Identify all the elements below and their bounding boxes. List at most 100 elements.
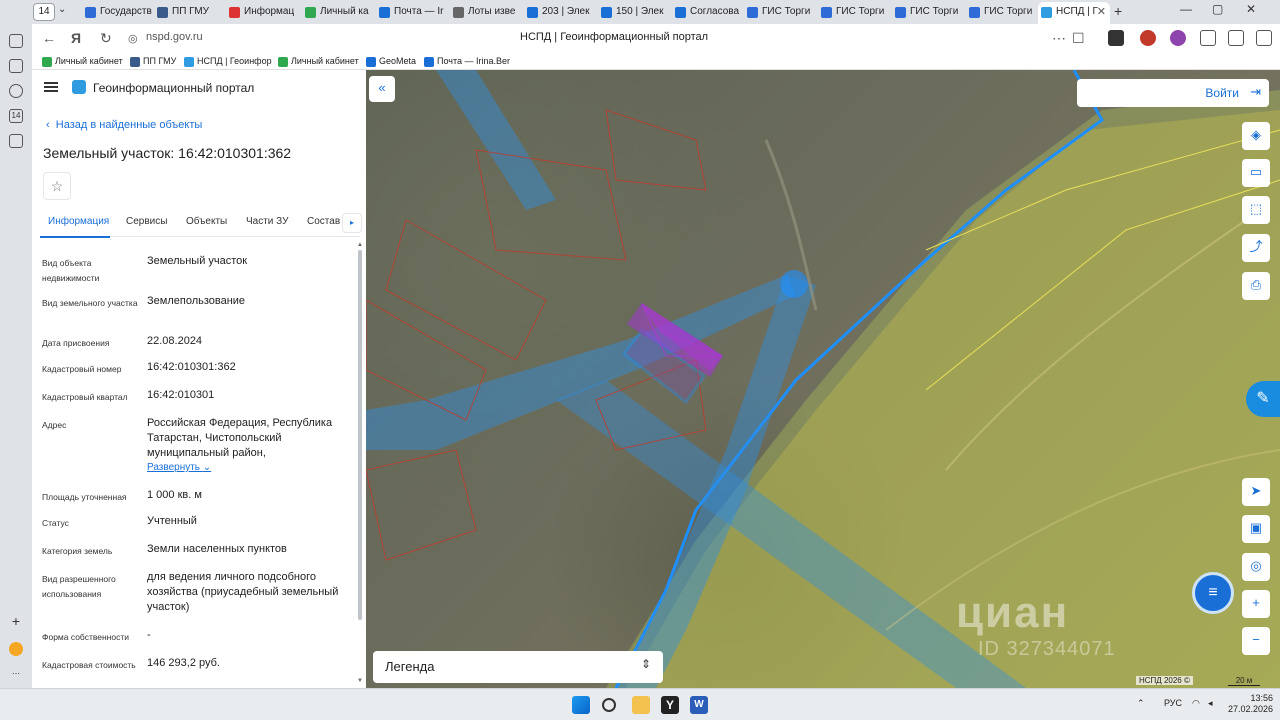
browser-tab[interactable]: Информац bbox=[226, 2, 300, 22]
browser-tab[interactable]: ГИС Торги bbox=[818, 2, 890, 22]
share-icon[interactable]: ⤴ bbox=[1242, 234, 1270, 262]
tabs-scroll-right-icon[interactable]: ▸ bbox=[342, 213, 362, 233]
bookmark-item[interactable]: НСПД | Геоинфор bbox=[184, 56, 272, 67]
layers-icon[interactable]: ◈ bbox=[1242, 122, 1270, 150]
cian-watermark: циан bbox=[956, 588, 1070, 637]
bookmark-item[interactable]: Почта — Irina.Ber bbox=[424, 56, 510, 67]
collapse-panel-button[interactable]: « bbox=[369, 76, 395, 102]
notes-icon[interactable] bbox=[9, 59, 23, 73]
reload-icon[interactable]: ↻ bbox=[100, 30, 112, 47]
scroll-down-icon[interactable]: ▼ bbox=[357, 678, 363, 684]
attr-value: - bbox=[147, 629, 151, 641]
extension-icon[interactable] bbox=[1170, 30, 1186, 46]
browser-tab[interactable]: 150 | Элек bbox=[598, 2, 670, 22]
browser-tab[interactable]: 203 | Элек bbox=[524, 2, 596, 22]
map-view[interactable]: « Войти ⇥ ◈ ▭ ⬚ ⤴ ⎙ ✎ ➤ ▣ ◎ + − ≡ циан I… bbox=[366, 70, 1280, 688]
tab-label: Государств bbox=[100, 6, 152, 17]
tab-parts[interactable]: Части ЗУ bbox=[246, 216, 288, 227]
zoom-out-icon[interactable]: − bbox=[1242, 627, 1270, 655]
word-icon[interactable]: W bbox=[690, 696, 708, 714]
attr-value: 146 293,2 руб. bbox=[147, 657, 220, 669]
lock-icon[interactable]: ◎ bbox=[128, 32, 138, 45]
browser-tab[interactable]: ГИС Торги bbox=[892, 2, 964, 22]
calendar-icon[interactable]: 14 bbox=[9, 109, 23, 123]
close-tab-icon[interactable]: ✕ bbox=[1097, 2, 1106, 22]
ruler-icon[interactable]: ▭ bbox=[1242, 159, 1270, 187]
chevron-down-icon[interactable]: ⌄ bbox=[58, 4, 66, 15]
windows-start-icon[interactable] bbox=[572, 696, 590, 714]
menu-icon[interactable] bbox=[44, 82, 58, 92]
expand-address-link[interactable]: Развернуть ⌄ bbox=[147, 462, 211, 473]
back-to-results-link[interactable]: ‹ Назад в найденные объекты bbox=[46, 119, 202, 131]
settings-icon[interactable]: ⋯ bbox=[9, 668, 23, 682]
browser-tab[interactable]: ГИС Торги bbox=[966, 2, 1036, 22]
yandex-browser-icon[interactable]: Y bbox=[661, 696, 679, 714]
maximize-icon[interactable]: ▢ bbox=[1212, 2, 1223, 16]
language-indicator[interactable]: РУС bbox=[1164, 698, 1182, 708]
minimize-icon[interactable]: — bbox=[1180, 2, 1192, 16]
tab-count-button[interactable]: 14 bbox=[33, 3, 55, 21]
screenshot-icon[interactable] bbox=[9, 134, 23, 148]
scroll-up-icon[interactable]: ▲ bbox=[357, 242, 363, 248]
print-icon[interactable]: ⎙ bbox=[1242, 272, 1270, 300]
extensions-icon[interactable] bbox=[1200, 30, 1216, 46]
back-arrow-icon[interactable]: ← bbox=[42, 30, 56, 46]
close-window-icon[interactable]: ✕ bbox=[1246, 2, 1256, 16]
clock-date: 27.02.2026 bbox=[1228, 704, 1274, 714]
tab-services[interactable]: Сервисы bbox=[126, 216, 167, 227]
add-icon[interactable]: + bbox=[9, 614, 23, 630]
new-tab-button[interactable]: + bbox=[1114, 3, 1122, 19]
volume-icon[interactable]: ◂ bbox=[1208, 698, 1213, 709]
geolocation-icon[interactable]: ➤ bbox=[1242, 478, 1270, 506]
chat-icon[interactable]: ≡ bbox=[1192, 572, 1234, 614]
tray-chevron-icon[interactable]: ⌃ bbox=[1137, 698, 1145, 709]
tab-favicon-icon bbox=[305, 7, 316, 18]
bookmark-item[interactable]: Личный кабинет bbox=[42, 56, 123, 67]
panel-scrollbar[interactable]: ▲ ▼ bbox=[357, 242, 363, 686]
attr-value: для ведения личного подсобного хозяйства… bbox=[147, 571, 339, 613]
attr-label: Статус bbox=[42, 518, 69, 528]
extension-icon[interactable] bbox=[1140, 30, 1156, 46]
scroll-thumb[interactable] bbox=[358, 250, 362, 620]
search-location-icon[interactable]: ◎ bbox=[1242, 553, 1270, 581]
file-explorer-icon[interactable] bbox=[632, 696, 650, 714]
browser-tab[interactable]: ГИС Торги bbox=[744, 2, 816, 22]
browser-tab[interactable]: ПП ГМУ bbox=[154, 2, 224, 22]
attr-label: Площадь уточненная bbox=[42, 492, 127, 502]
tabs-panel-icon[interactable] bbox=[9, 34, 23, 48]
bookmark-icon[interactable]: ☐ bbox=[1072, 30, 1085, 47]
wifi-icon[interactable]: ◠ bbox=[1192, 698, 1200, 709]
tab-label: 203 | Элек bbox=[542, 6, 590, 17]
system-clock[interactable]: 13:56 27.02.2026 bbox=[1228, 693, 1273, 715]
search-icon[interactable] bbox=[602, 698, 616, 712]
bookmark-item[interactable]: ПП ГМУ bbox=[130, 56, 176, 67]
downloads-icon[interactable] bbox=[1256, 30, 1272, 46]
minimap-icon[interactable]: ▣ bbox=[1242, 515, 1270, 543]
browser-tab[interactable]: НСПД | Г ✕ bbox=[1038, 2, 1110, 24]
bookmark-item[interactable]: Личный кабинет bbox=[278, 56, 359, 67]
browser-tab[interactable]: Почта — Ir bbox=[376, 2, 448, 22]
favorite-star-icon[interactable]: ☆ bbox=[43, 172, 71, 200]
tab-objects[interactable]: Объекты bbox=[186, 216, 227, 227]
bookmark-item[interactable]: GeoMeta bbox=[366, 56, 416, 67]
tab-label: Информац bbox=[244, 6, 295, 17]
yandex-plus-icon[interactable] bbox=[9, 642, 23, 656]
browser-tab[interactable]: Лоты изве bbox=[450, 2, 522, 22]
url-field[interactable]: nspd.gov.ru bbox=[146, 31, 203, 43]
feedback-icon[interactable]: ✎ bbox=[1246, 381, 1280, 417]
more-icon[interactable]: ⋯ bbox=[1052, 30, 1066, 47]
tab-composition[interactable]: Состав bbox=[307, 216, 340, 227]
legend-dropdown[interactable]: Легенда ⇕ bbox=[373, 651, 663, 683]
zoom-in-icon[interactable]: + bbox=[1242, 590, 1270, 618]
browser-tab[interactable]: Государств bbox=[82, 2, 152, 22]
login-button[interactable]: Войти ⇥ bbox=[1077, 79, 1269, 107]
messages-icon[interactable] bbox=[1228, 30, 1244, 46]
browser-tab[interactable]: Согласова bbox=[672, 2, 742, 22]
attr-value: 1 000 кв. м bbox=[147, 489, 202, 501]
select-area-icon[interactable]: ⬚ bbox=[1242, 196, 1270, 224]
yandex-icon[interactable]: Я bbox=[71, 30, 81, 46]
tab-information[interactable]: Информация bbox=[48, 216, 109, 227]
extension-icon[interactable] bbox=[1108, 30, 1124, 46]
play-icon[interactable] bbox=[9, 84, 23, 98]
browser-tab[interactable]: Личный ка bbox=[302, 2, 374, 22]
